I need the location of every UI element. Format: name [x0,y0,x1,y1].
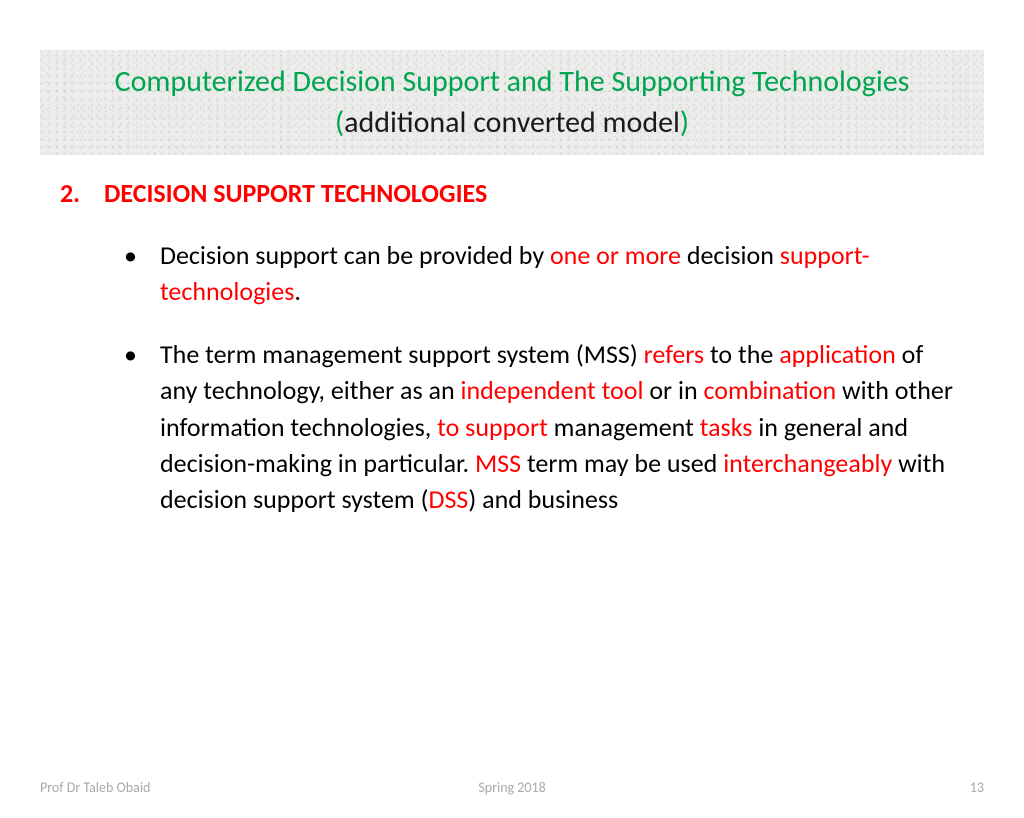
section-heading: DECISION SUPPORT TECHNOLOGIES [104,177,487,209]
section-number: 2. [60,177,86,209]
footer-page: 13 [970,779,984,796]
bullet-list: • Decision support can be provided by one… [124,237,964,518]
slide-title: Computerized Decision Support and The Su… [40,50,984,155]
bullet-icon: • [124,237,140,310]
title-part3: ) [680,104,689,141]
section-header: 2. DECISION SUPPORT TECHNOLOGIES [60,177,964,209]
footer-author: Prof Dr Taleb Obaid [40,779,150,796]
list-item: • Decision support can be provided by one… [124,237,964,310]
list-item: • The term management support system (MS… [124,336,964,518]
title-part2: additional converted model [344,104,680,141]
footer-term: Spring 2018 [478,779,545,796]
bullet-text: The term management support system (MSS)… [160,336,964,518]
slide-content: 2. DECISION SUPPORT TECHNOLOGIES • Decisi… [60,177,964,518]
bullet-icon: • [124,336,140,518]
bullet-text: Decision support can be provided by one … [160,237,964,310]
slide-footer: Prof Dr Taleb Obaid Spring 2018 13 [40,779,984,796]
